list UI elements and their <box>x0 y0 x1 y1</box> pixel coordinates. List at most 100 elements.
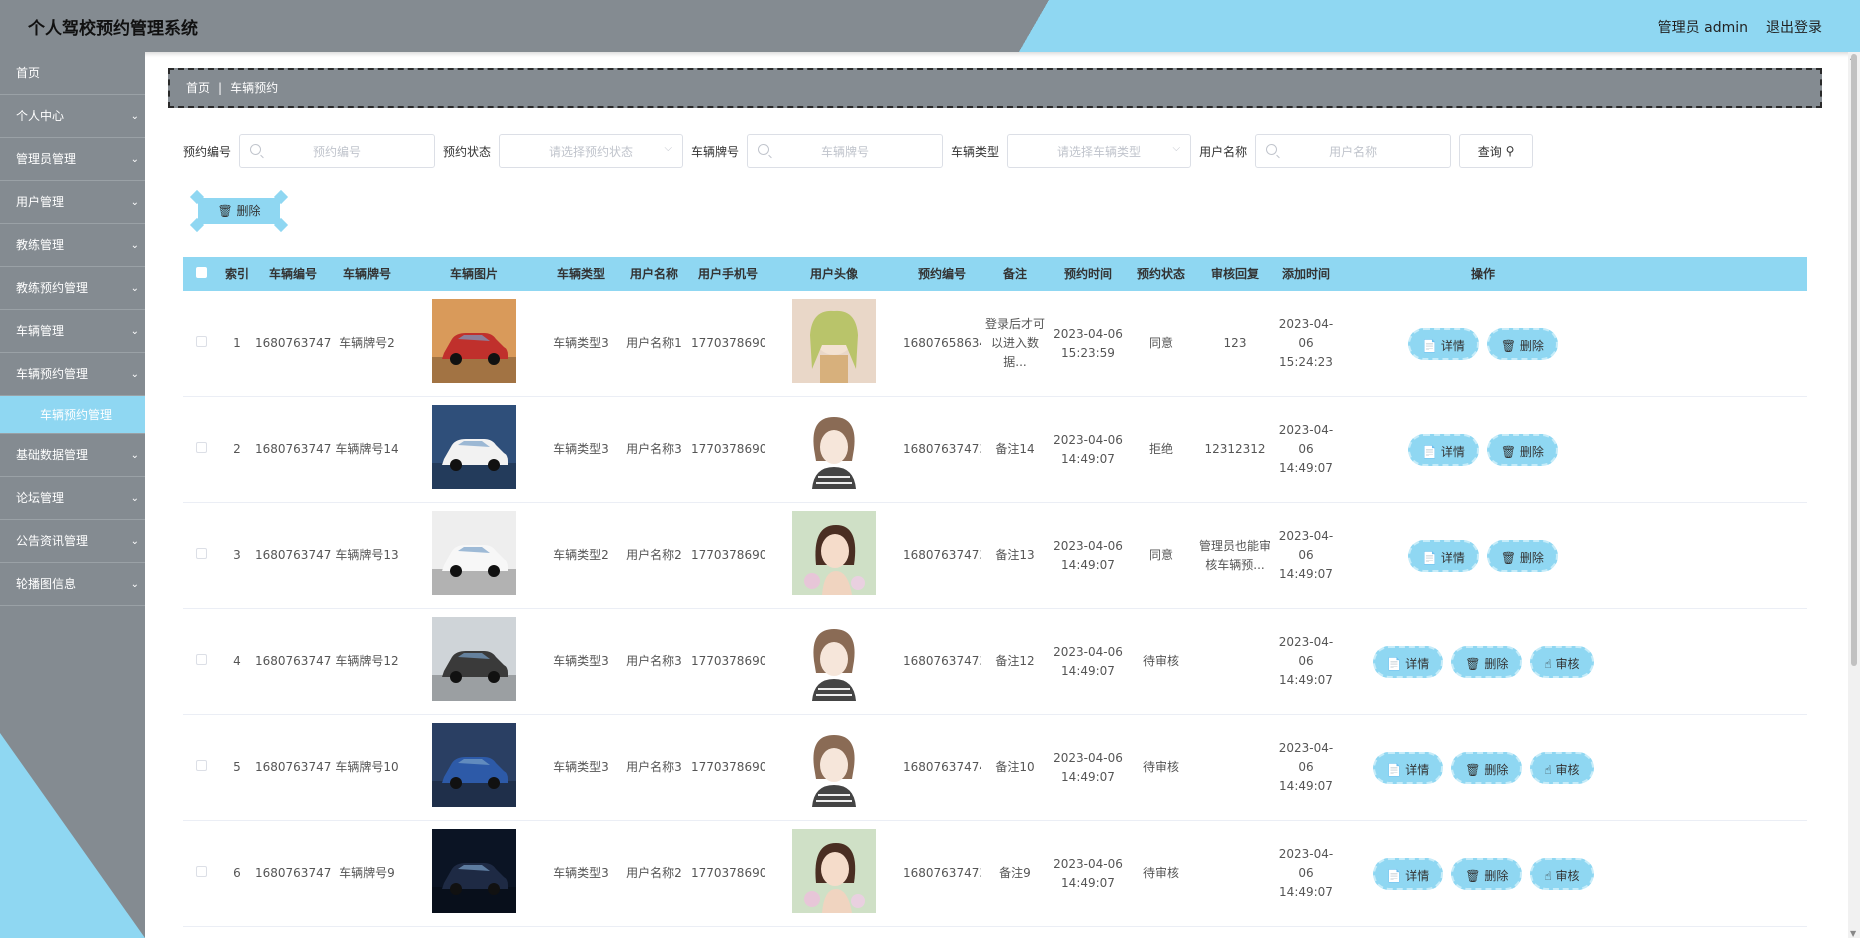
cell-plate: 车辆牌号2 <box>339 336 395 350</box>
action-label: 删除 <box>1484 762 1509 777</box>
search-icon <box>1266 144 1278 155</box>
row-checkbox[interactable] <box>195 866 207 877</box>
trash-icon: 🗑 <box>1500 338 1520 353</box>
detail-button[interactable]: 📄 详情 <box>1372 857 1444 890</box>
select-all-checkbox[interactable] <box>195 266 207 278</box>
breadcrumb-separator: | <box>218 81 223 95</box>
scroll-down-icon[interactable]: ▼ <box>1850 929 1856 938</box>
logout-link[interactable]: 退出登录 <box>1766 17 1822 37</box>
sidebar-item[interactable]: 车辆预约管理 ⌄ <box>0 353 145 396</box>
cell-order-no: 1680763747379 <box>903 442 981 456</box>
review-button[interactable]: ☝ 审核 <box>1530 751 1594 784</box>
row-checkbox[interactable] <box>195 548 207 559</box>
table-header: 索引 车辆编号 车辆牌号 车辆图片 车辆类型 用户名称 用户手机号 用户头像 预约编号 备注 预约时… <box>183 257 1807 291</box>
row-checkbox[interactable] <box>195 442 207 453</box>
cell-plate: 车辆牌号9 <box>339 866 395 880</box>
table-row[interactable]: 6 1680763747348 车辆牌号9 车辆类型3 用户名称2 17703786902… <box>183 821 1807 927</box>
review-button[interactable]: ☝ 审核 <box>1530 645 1594 678</box>
cell-avatar <box>765 722 903 813</box>
row-checkbox[interactable] <box>195 654 207 665</box>
sidebar-item-label: 基础数据管理 <box>16 448 89 462</box>
delete-button[interactable]: 🗑 删除 <box>1486 327 1558 360</box>
action-label: 删除 <box>1484 656 1509 671</box>
delete-button[interactable]: 🗑 删除 <box>1486 433 1558 466</box>
cell-car-image <box>403 722 545 813</box>
batch-delete-button[interactable]: 🗑 删除 <box>189 189 289 233</box>
sidebar-item[interactable]: 公告资讯管理 ⌄ <box>0 520 145 563</box>
cell-note: 备注10 <box>995 760 1035 774</box>
current-user: 管理员 admin <box>1657 20 1748 36</box>
page-scrollbar[interactable]: ▲ ▼ <box>1848 52 1860 938</box>
car-image <box>432 404 516 489</box>
table-row[interactable]: 3 1680763747362 车辆牌号13 车辆类型2 用户名称2 1770378690… <box>183 503 1807 609</box>
document-icon: 📄 <box>1422 550 1441 565</box>
column-header: 审核回复 <box>1210 266 1259 281</box>
top-header: 个人驾校预约管理系统 管理员 admin 退出登录 <box>0 0 1860 52</box>
sidebar-item[interactable]: 轮播图信息 ⌄ <box>0 563 145 606</box>
delete-button[interactable]: 🗑 删除 <box>1451 645 1523 678</box>
cell-phone: 17703786902 <box>691 866 765 880</box>
cell-status: 待审核 <box>1142 654 1179 668</box>
plate-input[interactable]: 车辆牌号 <box>747 134 944 168</box>
review-button[interactable]: ☝ 审核 <box>1530 857 1594 890</box>
detail-button[interactable]: 📄 详情 <box>1372 751 1444 784</box>
column-header: 车辆编号 <box>268 266 317 281</box>
table-row[interactable]: 2 1680763747300 车辆牌号14 车辆类型3 用户名称3 1770378690… <box>183 397 1807 503</box>
cell-phone: 17703786903 <box>691 760 765 774</box>
username-input[interactable]: 用户名称 <box>1255 134 1452 168</box>
detail-button[interactable]: 📄 详情 <box>1408 539 1479 572</box>
column-header: 备注 <box>1002 266 1027 281</box>
sidebar-item[interactable]: 用户管理 ⌄ <box>0 181 145 224</box>
scrollbar-thumb[interactable] <box>1851 54 1857 666</box>
action-label: 审核 <box>1555 868 1580 883</box>
sidebar-item[interactable]: 论坛管理 ⌄ <box>0 477 145 520</box>
table-body: 1 1680763747380 车辆牌号2 车辆类型3 用户名称1 17703786901… <box>183 291 1807 927</box>
car-image <box>432 510 516 595</box>
action-group: 📄 详情 🗑 删除 <box>1337 539 1629 572</box>
delete-button[interactable]: 🗑 删除 <box>1451 751 1523 784</box>
sidebar-item[interactable]: 管理员管理 ⌄ <box>0 138 145 181</box>
cell-order-no: 1680763747416 <box>903 760 981 774</box>
cell-car-image <box>403 510 545 601</box>
query-button[interactable]: 查询 ⚲ <box>1459 134 1534 168</box>
detail-button[interactable]: 📄 详情 <box>1408 433 1479 466</box>
cell-order-no: 1680763747395 <box>903 654 981 668</box>
action-label: 详情 <box>1440 444 1465 459</box>
document-icon: 📄 <box>1422 338 1441 353</box>
table-row[interactable]: 5 1680763747304 车辆牌号10 车辆类型3 用户名称3 1770378690… <box>183 715 1807 821</box>
delete-button[interactable]: 🗑 删除 <box>1451 857 1523 890</box>
search-icon <box>758 144 770 155</box>
sidebar-item[interactable]: 教练管理 ⌄ <box>0 224 145 267</box>
chevron-down-icon: ⌵ <box>1172 143 1181 154</box>
detail-button[interactable]: 📄 详情 <box>1408 327 1479 360</box>
detail-button[interactable]: 📄 详情 <box>1372 645 1444 678</box>
table-row[interactable]: 4 1680763747354 车辆牌号12 车辆类型3 用户名称3 1770378690… <box>183 609 1807 715</box>
cell-time: 2023-04-06 14:49:07 <box>1053 750 1123 784</box>
sidebar-item[interactable]: 车辆预约管理 <box>0 396 145 434</box>
action-label: 详情 <box>1405 656 1430 671</box>
car-type-label: 车辆类型 <box>951 144 1000 159</box>
row-checkbox[interactable] <box>195 336 207 347</box>
cell-plate: 车辆牌号12 <box>335 654 399 668</box>
sidebar-item-label: 首页 <box>16 66 41 80</box>
sidebar-item[interactable]: 个人中心 ⌄ <box>0 95 145 138</box>
car-type-select[interactable]: 请选择车辆类型 ⌵ <box>1007 134 1192 168</box>
reservation-table: 索引 车辆编号 车辆牌号 车辆图片 车辆类型 用户名称 用户手机号 用户头像 预约编号 备注 预约时… <box>183 257 1807 927</box>
cell-index: 6 <box>233 866 241 880</box>
sidebar-item[interactable]: 首页 <box>0 52 145 95</box>
action-group: 📄 详情 🗑 删除 ☝ 审核 <box>1337 645 1629 678</box>
breadcrumb-home[interactable]: 首页 <box>186 81 210 95</box>
status-select[interactable]: 请选择预约状态 ⌵ <box>499 134 684 168</box>
delete-button[interactable]: 🗑 删除 <box>1486 539 1558 572</box>
sidebar-item[interactable]: 基础数据管理 ⌄ <box>0 434 145 477</box>
column-header: 车辆图片 <box>449 266 498 281</box>
row-checkbox[interactable] <box>195 760 207 771</box>
cell-car-type: 车辆类型3 <box>553 760 609 774</box>
table-row[interactable]: 1 1680763747380 车辆牌号2 车辆类型3 用户名称1 17703786901… <box>183 291 1807 397</box>
order-no-input[interactable]: 预约编号 <box>239 134 436 168</box>
row-checkbox-cell <box>183 546 219 565</box>
sidebar-item[interactable]: 教练预约管理 ⌄ <box>0 267 145 310</box>
cell-car-no: 1680763747354 <box>255 654 331 668</box>
sidebar-item[interactable]: 车辆管理 ⌄ <box>0 310 145 353</box>
cell-added: 2023-04-06 15:24:23 <box>1278 317 1334 369</box>
